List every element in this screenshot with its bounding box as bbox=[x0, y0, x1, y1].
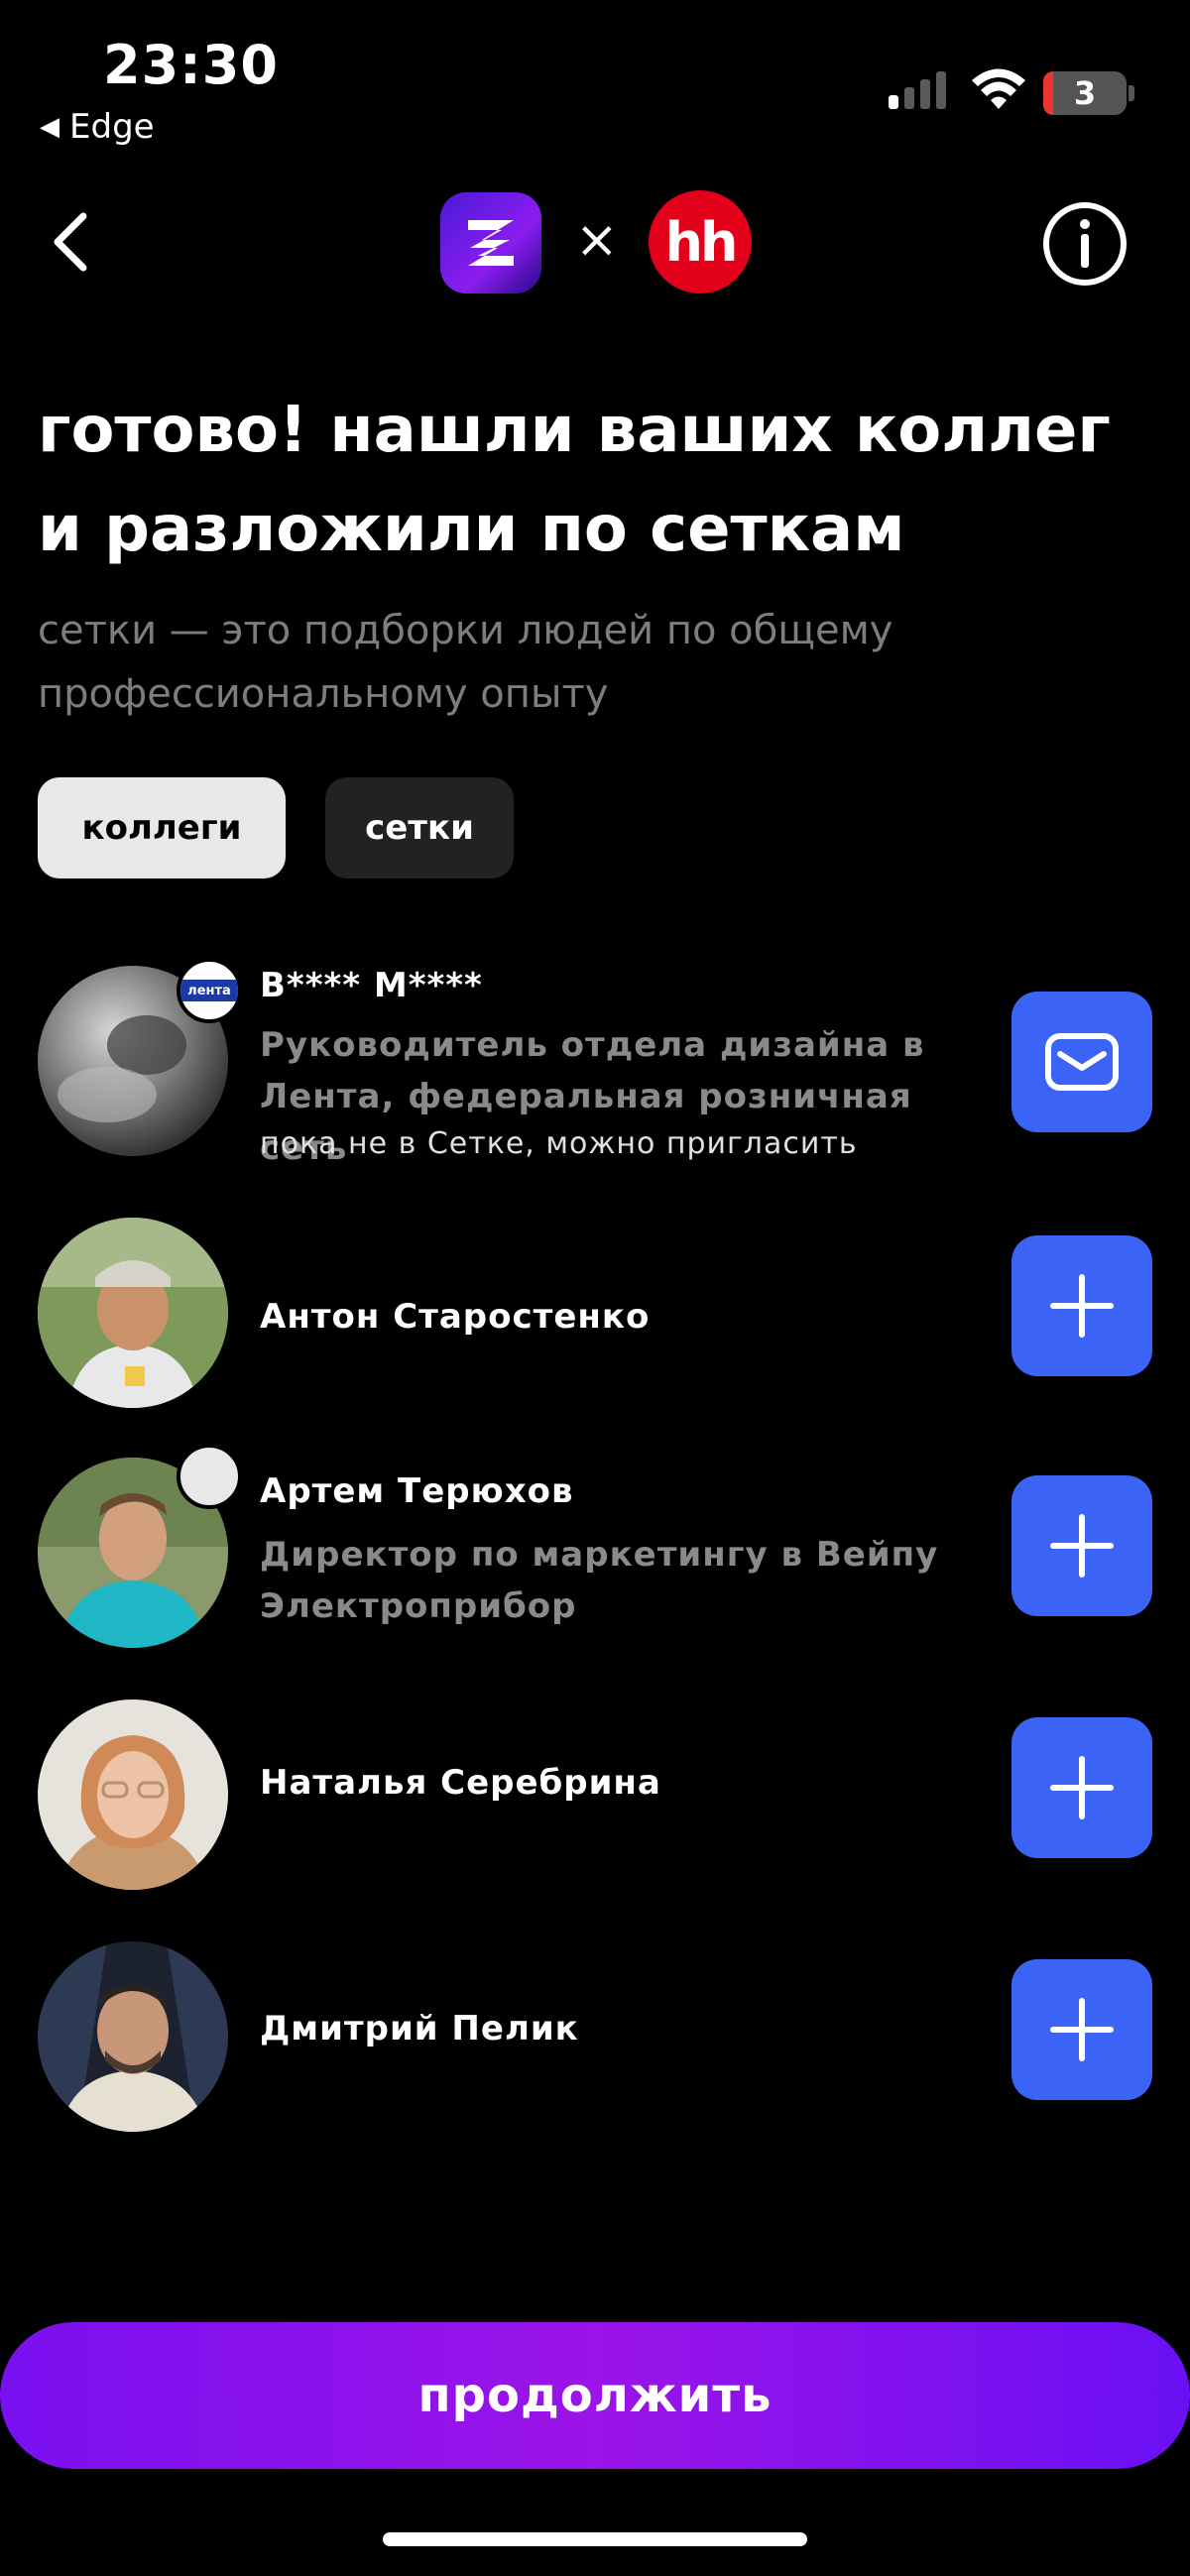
wifi-icon bbox=[972, 68, 1025, 109]
hh-logo: hh bbox=[649, 190, 752, 293]
company-badge: лента bbox=[177, 958, 242, 1023]
add-contact-button[interactable] bbox=[1012, 1235, 1152, 1376]
page-subtitle: сетки — это подборки людей по общему про… bbox=[38, 608, 893, 717]
avatar bbox=[38, 1699, 228, 1890]
plus-icon bbox=[1050, 1756, 1114, 1819]
battery-level: 3 bbox=[1073, 74, 1097, 112]
person-note: пока не в Сетке, можно пригласить bbox=[260, 1126, 858, 1161]
setka-logo bbox=[440, 192, 541, 293]
invite-button[interactable] bbox=[1012, 992, 1152, 1132]
info-icon bbox=[1080, 219, 1090, 268]
info-button[interactable] bbox=[1043, 202, 1127, 286]
person-position: Директор по маркетингу в Вейпу Электропр… bbox=[260, 1535, 939, 1626]
back-triangle-icon: ◀ bbox=[40, 112, 60, 142]
status-time: 23:30 bbox=[103, 34, 279, 96]
company-badge-label: лента bbox=[180, 980, 238, 1001]
add-contact-button[interactable] bbox=[1012, 1959, 1152, 2100]
plus-icon bbox=[1050, 1998, 1114, 2061]
add-contact-button[interactable] bbox=[1012, 1475, 1152, 1616]
add-contact-button[interactable] bbox=[1012, 1717, 1152, 1858]
mail-icon bbox=[1045, 1033, 1119, 1091]
tab-colleagues[interactable]: коллеги bbox=[38, 777, 286, 878]
person-name: Антон Старостенко bbox=[260, 1297, 651, 1337]
back-chevron-icon[interactable] bbox=[40, 202, 99, 282]
battery-icon: 3 bbox=[1043, 71, 1127, 115]
person-name: Наталья Серебрина bbox=[260, 1763, 661, 1803]
partner-separator: × bbox=[575, 210, 619, 270]
setka-logo-icon bbox=[468, 220, 514, 266]
plus-icon bbox=[1050, 1514, 1114, 1578]
battery-cap bbox=[1129, 85, 1134, 101]
back-app-label: Edge bbox=[69, 107, 155, 147]
home-indicator[interactable] bbox=[383, 2532, 807, 2546]
company-badge bbox=[177, 1444, 242, 1509]
page-title: готово! нашли ваших коллег и разложили п… bbox=[38, 394, 1111, 566]
tab-setki[interactable]: сетки bbox=[325, 777, 514, 878]
continue-button[interactable]: продолжить bbox=[0, 2322, 1190, 2469]
person-name: Дмитрий Пелик bbox=[260, 2009, 579, 2049]
cellular-signal-icon bbox=[889, 71, 946, 109]
plus-icon bbox=[1050, 1274, 1114, 1338]
back-to-app-link[interactable]: ◀ Edge bbox=[40, 107, 155, 147]
avatar bbox=[38, 1941, 228, 2132]
person-name: Артем Терюхов bbox=[260, 1471, 574, 1511]
avatar bbox=[38, 1218, 228, 1408]
person-name: В**** М**** bbox=[260, 966, 483, 1005]
